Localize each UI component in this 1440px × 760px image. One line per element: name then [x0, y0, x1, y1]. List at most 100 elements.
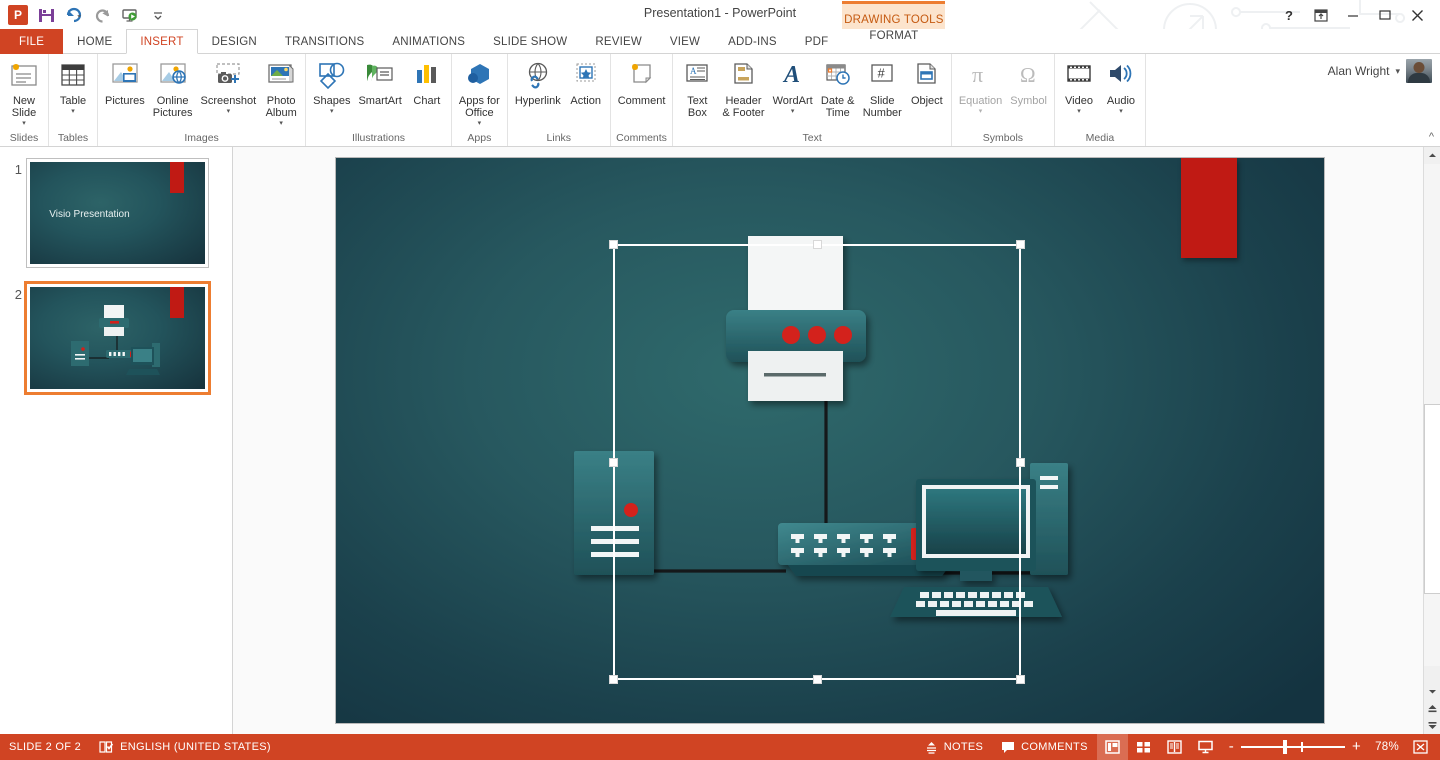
- slide-thumbnail-frame[interactable]: [24, 281, 211, 395]
- avatar[interactable]: [1406, 59, 1432, 83]
- resize-handle-sw[interactable]: [609, 675, 618, 684]
- chevron-down-icon[interactable]: ▾: [227, 108, 231, 115]
- tab-add-ins[interactable]: ADD-INS: [714, 29, 791, 54]
- resize-handle-ne[interactable]: [1016, 240, 1025, 249]
- video-button[interactable]: Video ▾: [1058, 56, 1100, 115]
- tab-home[interactable]: HOME: [63, 29, 126, 54]
- fit-to-window-button[interactable]: [1405, 734, 1436, 760]
- collapse-ribbon-button[interactable]: ^: [1429, 131, 1434, 143]
- tab-pdf[interactable]: PDF: [791, 29, 843, 54]
- photo-album-button[interactable]: Photo Album ▾: [260, 56, 302, 127]
- slide-sorter-button[interactable]: [1128, 734, 1159, 760]
- customize-qat-button[interactable]: [145, 3, 171, 27]
- tab-insert[interactable]: INSERT: [126, 29, 198, 54]
- wordart-button[interactable]: A WordArt ▾: [769, 56, 817, 115]
- chevron-down-icon[interactable]: ▾: [279, 120, 283, 127]
- chevron-down-icon[interactable]: ▾: [478, 120, 482, 127]
- zoom-slider[interactable]: - +: [1221, 739, 1369, 754]
- comment-button[interactable]: Comment: [614, 56, 670, 107]
- scroll-down-button[interactable]: [1424, 683, 1440, 700]
- chart-button[interactable]: Chart: [406, 56, 448, 107]
- ribbon-display-options-button[interactable]: [1306, 4, 1336, 26]
- resize-handle-w[interactable]: [609, 458, 618, 467]
- notes-button[interactable]: NOTES: [916, 734, 992, 760]
- screenshot-label: Screenshot: [200, 95, 257, 107]
- new-slide-button[interactable]: New Slide ▾: [3, 56, 45, 127]
- account-name[interactable]: Alan Wright: [1328, 64, 1390, 78]
- normal-view-button[interactable]: [1096, 734, 1128, 760]
- start-slideshow-button[interactable]: [117, 3, 143, 27]
- account-caret-icon[interactable]: ▾: [1395, 66, 1400, 77]
- tab-format[interactable]: FORMAT: [842, 29, 946, 42]
- slide-thumbnail-2[interactable]: 2: [0, 281, 232, 395]
- slide-thumbnail-1[interactable]: 1 Visio Presentation: [0, 158, 232, 268]
- text-box-button[interactable]: A Text Box: [676, 56, 718, 119]
- chevron-down-icon[interactable]: ▾: [71, 108, 75, 115]
- chevron-down-icon[interactable]: ▾: [1077, 108, 1081, 115]
- ribbon-group-label: Apps: [467, 132, 492, 144]
- shapes-button[interactable]: Shapes ▾: [309, 56, 354, 115]
- tab-file[interactable]: FILE: [0, 29, 64, 54]
- smartart-button[interactable]: SmartArt: [354, 56, 405, 107]
- help-button[interactable]: ?: [1274, 4, 1304, 26]
- zoom-track[interactable]: [1241, 740, 1346, 754]
- minimize-button[interactable]: [1338, 4, 1368, 26]
- scroll-thumb[interactable]: [1424, 404, 1440, 594]
- language-indicator[interactable]: ENGLISH (UNITED STATES): [90, 734, 280, 760]
- zoom-knob[interactable]: [1283, 740, 1288, 754]
- vertical-scrollbar[interactable]: [1423, 147, 1440, 734]
- comments-button[interactable]: COMMENTS: [992, 734, 1097, 760]
- shape-selection-frame[interactable]: [609, 240, 1025, 684]
- pictures-button[interactable]: Pictures: [101, 56, 149, 107]
- tab-transitions[interactable]: TRANSITIONS: [271, 29, 379, 54]
- resize-handle-s[interactable]: [813, 675, 822, 684]
- tab-review[interactable]: REVIEW: [581, 29, 656, 54]
- close-button[interactable]: [1402, 4, 1432, 26]
- resize-handle-n[interactable]: [813, 240, 822, 249]
- app-logo-button[interactable]: P: [5, 3, 31, 27]
- slide-indicator[interactable]: SLIDE 2 OF 2: [0, 734, 90, 760]
- chevron-down-icon[interactable]: ▾: [791, 108, 795, 115]
- chevron-down-icon[interactable]: ▾: [979, 108, 983, 115]
- resize-handle-nw[interactable]: [609, 240, 618, 249]
- current-slide[interactable]: [336, 158, 1324, 723]
- redo-button[interactable]: [89, 3, 115, 27]
- previous-slide-button[interactable]: [1424, 700, 1440, 717]
- reading-view-button[interactable]: [1159, 734, 1190, 760]
- slide-sorter-icon: [1136, 742, 1150, 753]
- hyperlink-button[interactable]: Hyperlink: [511, 56, 565, 107]
- audio-button[interactable]: Audio ▾: [1100, 56, 1142, 115]
- apps-for-office-icon: [463, 59, 495, 93]
- object-button[interactable]: Object: [906, 56, 948, 107]
- apps-for-office-button[interactable]: Apps for Office ▾: [455, 56, 504, 127]
- tab-slide-show[interactable]: SLIDE SHOW: [479, 29, 581, 54]
- table-button[interactable]: Table ▾: [52, 56, 94, 115]
- tab-view[interactable]: VIEW: [656, 29, 714, 54]
- resize-handle-e[interactable]: [1016, 458, 1025, 467]
- maximize-button[interactable]: [1370, 4, 1400, 26]
- action-button[interactable]: Action: [565, 56, 607, 107]
- zoom-out-button[interactable]: -: [1229, 739, 1234, 754]
- chevron-down-icon[interactable]: ▾: [1119, 108, 1123, 115]
- chevron-down-icon[interactable]: ▾: [330, 108, 334, 115]
- tab-design[interactable]: DESIGN: [198, 29, 271, 54]
- save-button[interactable]: [33, 3, 59, 27]
- shapes-label: Shapes: [313, 95, 351, 107]
- tab-animations[interactable]: ANIMATIONS: [378, 29, 479, 54]
- slide-thumbnail-frame[interactable]: Visio Presentation: [26, 158, 209, 268]
- undo-button[interactable]: [61, 3, 87, 27]
- slide-number-button[interactable]: # Slide Number: [859, 56, 906, 119]
- zoom-in-button[interactable]: +: [1352, 739, 1361, 754]
- slide-editing-area[interactable]: [233, 147, 1440, 734]
- resize-handle-se[interactable]: [1016, 675, 1025, 684]
- date-time-button[interactable]: Date & Time: [817, 56, 859, 119]
- chevron-down-icon[interactable]: ▾: [22, 120, 26, 127]
- next-slide-button[interactable]: [1424, 717, 1440, 734]
- symbol-button: Ω Symbol: [1006, 56, 1051, 107]
- scroll-up-button[interactable]: [1424, 147, 1440, 164]
- slideshow-button[interactable]: [1190, 734, 1221, 760]
- screenshot-button[interactable]: Screenshot ▾: [197, 56, 261, 115]
- zoom-level-label[interactable]: 78%: [1369, 741, 1405, 753]
- online-pictures-button[interactable]: Online Pictures: [149, 56, 197, 119]
- header-footer-button[interactable]: Header & Footer: [718, 56, 768, 119]
